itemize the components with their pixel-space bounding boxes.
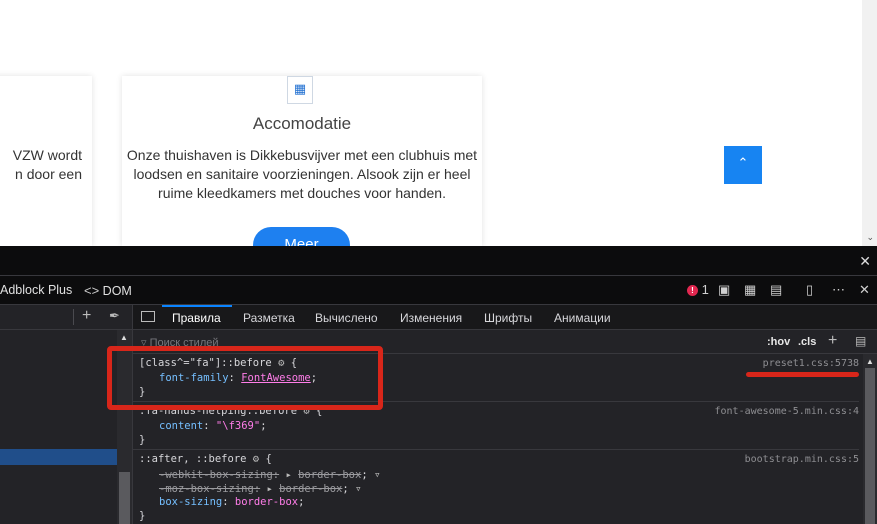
tab-computed[interactable]: Вычислено: [315, 311, 378, 325]
warning-icon: ▸: [266, 483, 273, 495]
declaration-value[interactable]: "\f369": [216, 420, 260, 432]
eyedropper-icon[interactable]: ✒: [109, 308, 120, 324]
close-devtools-icon[interactable]: ✕: [859, 282, 870, 298]
tab-animations[interactable]: Анимации: [554, 311, 611, 325]
declaration-value[interactable]: border-box: [298, 469, 361, 481]
declaration-value[interactable]: border-box: [279, 483, 342, 495]
rules-scrollbar-thumb[interactable]: [865, 368, 875, 524]
web-page-viewport: VZW wordt n door een ▦ Accomodatie Onze …: [0, 0, 877, 246]
tab-adblock-plus[interactable]: Adblock Plus: [0, 283, 72, 297]
rules-panel: Правила Разметка Вычислено Изменения Шри…: [133, 305, 877, 524]
building-icon: ▦: [287, 76, 313, 104]
tab-changes[interactable]: Изменения: [400, 311, 462, 325]
info-card-left: VZW wordt n door een: [0, 76, 92, 246]
annotation-underline: [746, 372, 859, 377]
tab-rules[interactable]: Правила: [172, 311, 221, 325]
left-card-text: VZW wordt n door een: [12, 147, 82, 182]
devtools-top-bar: ✕: [0, 246, 877, 276]
scroll-up-arrow-icon[interactable]: ▲: [866, 357, 874, 366]
selected-node-row[interactable]: [0, 449, 117, 465]
ruler-icon[interactable]: ▤: [770, 282, 782, 298]
declaration[interactable]: -moz-box-sizing: ▸ border-box; ▿: [159, 482, 362, 495]
card-text: Onze thuishaven is Dikkebusvijver met ee…: [126, 147, 478, 201]
rule-source-link[interactable]: preset1.css:5738: [763, 358, 859, 369]
responsive-design-icon[interactable]: ▯: [806, 282, 813, 298]
toolbar-divider: [73, 309, 74, 325]
scroll-down-arrow-icon[interactable]: ⌄: [866, 233, 874, 243]
inspector-toolbar: + ✒: [0, 305, 133, 330]
declaration[interactable]: -webkit-box-sizing: ▸ border-box; ▿: [159, 468, 381, 481]
back-to-top-button[interactable]: ⌃: [724, 146, 762, 184]
hover-pseudo-toggle[interactable]: :hov: [767, 336, 790, 348]
more-button[interactable]: Meer: [253, 227, 350, 246]
tab-fonts[interactable]: Шрифты: [484, 311, 532, 325]
declaration-prop: box-sizing: [159, 496, 223, 508]
error-icon: !: [687, 285, 698, 297]
tree-scrollbar-thumb[interactable]: [119, 472, 130, 524]
rule-source-link[interactable]: bootstrap.min.css:5: [745, 454, 859, 465]
rule-close: }: [139, 434, 146, 446]
declaration-prop: -webkit-box-sizing: [159, 469, 273, 481]
devtools-tab-bar: Adblock Plus <> DOM ! 1 ▣ ▦ ▤ ▯ ⋯ ✕: [0, 276, 877, 305]
info-card-accomodatie: ▦ Accomodatie Onze thuishaven is Dikkebu…: [122, 76, 482, 246]
rules-tab-bar: Правила Разметка Вычислено Изменения Шри…: [133, 305, 877, 330]
scroll-up-arrow-icon[interactable]: ▲: [120, 333, 128, 342]
warning-icon: ▸: [285, 469, 292, 481]
active-tab-indicator: [162, 305, 232, 307]
error-counter[interactable]: ! 1: [687, 282, 709, 297]
filter-funnel-icon[interactable]: ▿: [374, 468, 381, 481]
css-rule: ::after, ::before ⚙ { bootstrap.min.css:…: [133, 450, 859, 524]
gear-icon[interactable]: ⚙: [253, 453, 259, 465]
toggle-sidebar-icon[interactable]: [141, 311, 155, 322]
class-toggle[interactable]: .cls: [798, 336, 816, 348]
declaration-prop: content: [159, 420, 204, 432]
page-scrollbar[interactable]: ⌄: [862, 0, 877, 246]
tab-layout[interactable]: Разметка: [243, 311, 295, 325]
inspector-tree-panel: + ✒ ▲: [0, 305, 133, 524]
rule-source-link[interactable]: font-awesome-5.min.css:4: [715, 406, 860, 417]
chevron-up-icon: ⌃: [737, 156, 749, 171]
tab-dom[interactable]: <> DOM: [84, 283, 132, 298]
declaration[interactable]: box-sizing: border-box;: [159, 496, 304, 508]
declaration[interactable]: content: "\f369";: [159, 420, 267, 432]
declaration-prop: -moz-box-sizing: [159, 483, 254, 495]
rule-close: }: [139, 510, 146, 522]
grid-layout-icon[interactable]: ▦: [744, 282, 756, 298]
dom-icon: <>: [84, 283, 100, 298]
declaration-value[interactable]: border-box: [235, 496, 298, 508]
rule-selector[interactable]: ::after, ::before: [139, 453, 246, 465]
print-media-icon[interactable]: ▤: [855, 334, 866, 348]
close-icon[interactable]: ✕: [859, 253, 871, 270]
screenshot-icon[interactable]: ▣: [718, 282, 730, 298]
add-node-icon[interactable]: +: [82, 307, 91, 325]
rules-scrollbar[interactable]: ▲: [863, 354, 877, 524]
tab-dom-label: DOM: [102, 284, 132, 298]
error-count: 1: [701, 282, 709, 297]
card-title: Accomodatie: [252, 114, 352, 133]
annotation-highlight-box: [107, 346, 383, 410]
filter-funnel-icon[interactable]: ▿: [355, 482, 362, 495]
more-options-icon[interactable]: ⋯: [832, 282, 845, 298]
rule-header: ::after, ::before ⚙ {: [139, 453, 272, 465]
add-rule-icon[interactable]: +: [828, 332, 837, 350]
